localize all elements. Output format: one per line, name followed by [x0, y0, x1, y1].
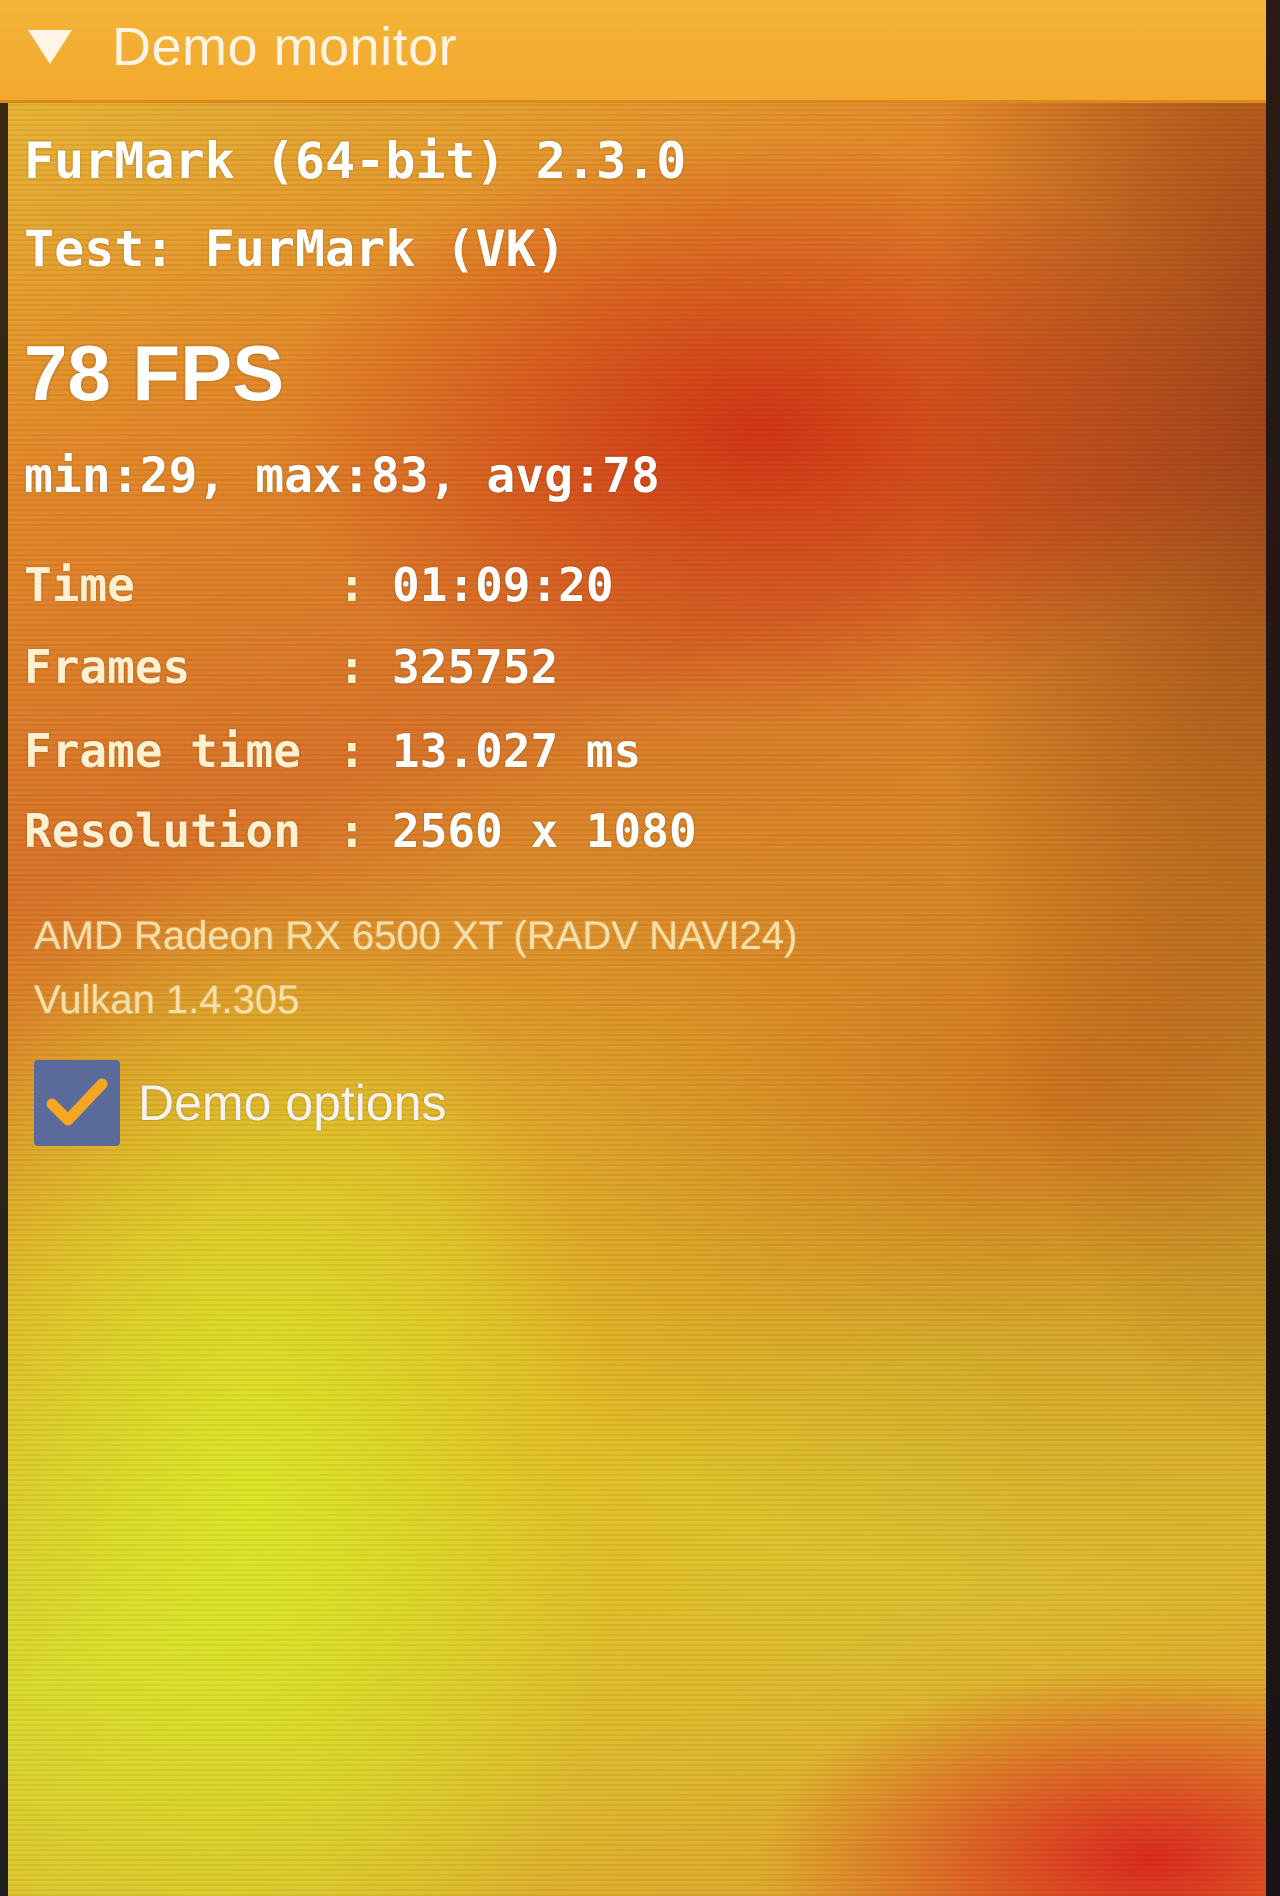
triangle-down-icon[interactable]: [28, 30, 72, 64]
fps-min-max-avg: min:29, max:83, avg:78: [24, 448, 660, 504]
time-separator: :: [338, 558, 366, 612]
gpu-name: AMD Radeon RX 6500 XT (RADV NAVI24): [34, 914, 798, 958]
frames-label: Frames: [24, 640, 191, 694]
time-label: Time: [24, 558, 135, 612]
checkmark-icon: [46, 1078, 108, 1126]
demo-options-label: Demo options: [138, 1075, 447, 1131]
furmark-viewport: Demo monitor FurMark (64-bit) 2.3.0 Test…: [0, 0, 1280, 1896]
api-version: Vulkan 1.4.305: [34, 978, 300, 1022]
frame-time-label: Frame time: [24, 724, 301, 778]
demo-options-checkbox[interactable]: [34, 1060, 120, 1146]
frame-time-separator: :: [338, 724, 366, 778]
app-version: FurMark (64-bit) 2.3.0: [24, 132, 687, 190]
resolution-label: Resolution: [24, 804, 301, 858]
resolution-separator: :: [338, 804, 366, 858]
frames-separator: :: [338, 640, 366, 694]
monitor-bezel-right: [1266, 0, 1280, 1896]
window-title: Demo monitor: [112, 17, 458, 77]
frames-value: 325752: [392, 640, 559, 694]
time-value: 01:09:20: [392, 558, 614, 612]
current-fps: 78 FPS: [24, 329, 285, 417]
resolution-value: 2560 x 1080: [392, 804, 697, 858]
frame-time-value: 13.027 ms: [392, 724, 642, 778]
demo-monitor-title-bar[interactable]: Demo monitor: [0, 0, 1266, 103]
test-name: Test: FurMark (VK): [24, 220, 566, 278]
monitor-bezel-left: [0, 0, 8, 1896]
